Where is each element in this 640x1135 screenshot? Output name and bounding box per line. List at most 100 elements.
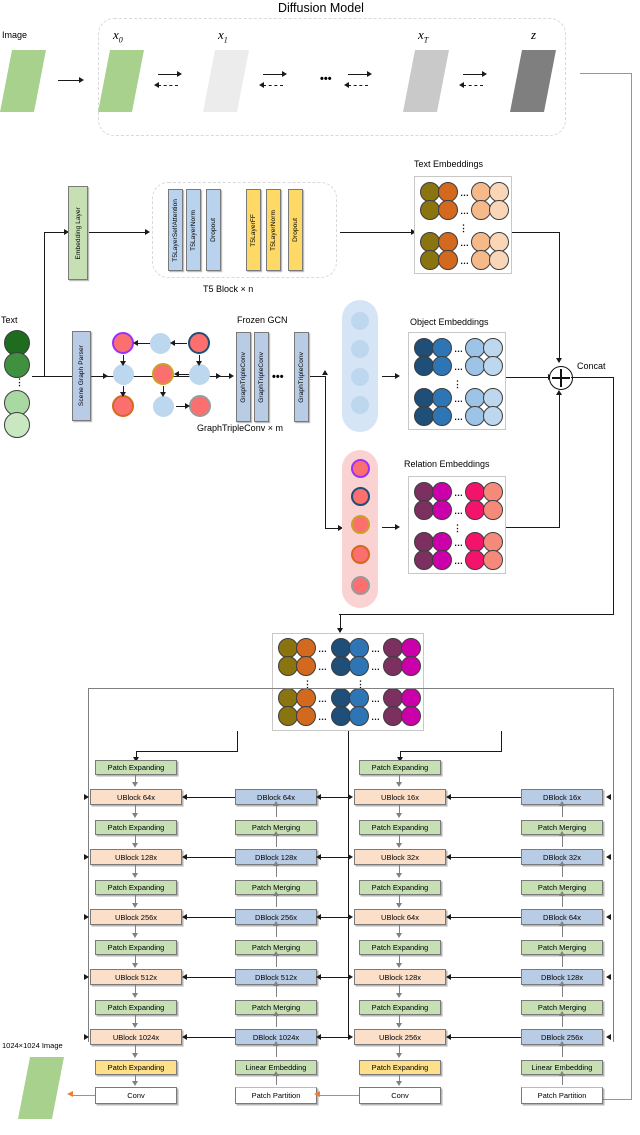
t5-layer-2[interactable]: Dropout	[206, 189, 221, 271]
left-conv[interactable]: Conv	[95, 1087, 177, 1104]
graph-node-5	[189, 364, 210, 385]
embedding-to-t5-line	[89, 232, 146, 233]
left-patch-expanding-3[interactable]: Patch Expanding	[95, 940, 177, 955]
t5-layer-3[interactable]: T5LayerFF	[246, 189, 261, 271]
right-ublock-3-label: UBlock 128x	[378, 972, 422, 982]
left-ublock-1-label: UBlock 128x	[114, 852, 158, 862]
graph-triple-conv-1[interactable]: GraphTripleConv	[254, 332, 269, 422]
left-ublock-3-label: UBlock 512x	[114, 972, 158, 982]
left-patch-expanding-0[interactable]: Patch Expanding	[95, 760, 177, 775]
combined-right-branch-vline	[501, 731, 502, 752]
graph-triple-conv-0[interactable]: GraphTripleConv	[236, 332, 251, 422]
graph-node-6	[112, 395, 134, 417]
right-patch-expanding-final[interactable]: Patch Expanding	[359, 1060, 441, 1075]
right-ublock-0[interactable]: UBlock 16x	[354, 789, 446, 805]
object-embeddings-panel: … … ⋮ … …	[408, 332, 506, 430]
relation-embeddings-to-concat-vline	[559, 394, 560, 528]
object-capsule-node-3	[351, 396, 369, 414]
graph-triple-conv-1-label: GraphTripleConv	[258, 351, 265, 403]
right-patch-expanding-0-label: Patch Expanding	[371, 763, 429, 772]
right-patch-expanding-3[interactable]: Patch Expanding	[359, 940, 441, 955]
concat-label: Concat	[577, 361, 606, 371]
embedding-to-t5-arrow	[145, 228, 150, 235]
relation-embeddings-panel: … … ⋮ … …	[408, 476, 506, 574]
right-ublock-2[interactable]: UBlock 64x	[354, 909, 446, 925]
left-patch-expanding-4-label: Patch Expanding	[107, 1003, 165, 1012]
left-patch-partition[interactable]: Patch Partition	[235, 1087, 317, 1104]
t5-layer-1[interactable]: T5LayerNorm	[186, 189, 201, 271]
right-patch-expanding-1[interactable]: Patch Expanding	[359, 820, 441, 835]
graph-triple-conv-0-label: GraphTripleConv	[240, 351, 247, 403]
right-ublock-4[interactable]: UBlock 256x	[354, 1029, 446, 1045]
left-ublock-0-label: UBlock 64x	[117, 792, 155, 802]
step-label-xT: xT	[418, 27, 429, 45]
right-patch-expanding-2[interactable]: Patch Expanding	[359, 880, 441, 895]
frozen-gcn-title: Frozen GCN	[237, 315, 288, 325]
right-patch-expanding-final-label: Patch Expanding	[371, 1063, 429, 1072]
left-ublock-2-label: UBlock 256x	[114, 912, 158, 922]
gcn-to-relation-line	[325, 528, 339, 529]
step-label-x1: x1	[218, 27, 228, 45]
right-ublock-1[interactable]: UBlock 32x	[354, 849, 446, 865]
graph-to-gcn-arrow	[229, 372, 234, 379]
graph-node-2	[188, 332, 210, 354]
right-patch-expanding-0[interactable]: Patch Expanding	[359, 760, 441, 775]
text-embeddings-panel: … … ⋮ … …	[414, 176, 512, 274]
object-embeddings-title: Object Embeddings	[410, 317, 489, 327]
scene-graph-parser-block[interactable]: Scene Graph Parser	[72, 331, 91, 421]
t5-layer-2-label: Dropout	[210, 218, 217, 242]
t5-layer-5[interactable]: Dropout	[288, 189, 303, 271]
combined-embeddings-panel: … … ⋮ … … … … ⋮ … …	[272, 633, 424, 731]
left-patch-expanding-2[interactable]: Patch Expanding	[95, 880, 177, 895]
right-ublock-3[interactable]: UBlock 128x	[354, 969, 446, 985]
left-patch-expanding-final[interactable]: Patch Expanding	[95, 1060, 177, 1075]
xT-shape	[403, 50, 449, 112]
combined-to-right-pexp-line	[400, 751, 502, 752]
left-patch-expanding-3-label: Patch Expanding	[107, 943, 165, 952]
unet-top-rail	[88, 688, 614, 689]
left-ublock-1[interactable]: UBlock 128x	[90, 849, 182, 865]
t5-layer-0[interactable]: T5LayerSelfAttention	[168, 189, 183, 271]
conv-to-output-line	[73, 1095, 95, 1096]
t5-layer-4[interactable]: T5LayerNorm	[266, 189, 281, 271]
left-patch-expanding-4[interactable]: Patch Expanding	[95, 1000, 177, 1015]
graph-conv-caption: GraphTripleConv × m	[197, 423, 283, 433]
gcn-out-split-vline	[325, 376, 326, 528]
text-to-embedding-layer-line	[44, 232, 66, 233]
right-patch-expanding-4[interactable]: Patch Expanding	[359, 1000, 441, 1015]
right-patch-partition[interactable]: Patch Partition	[521, 1087, 603, 1104]
combined-left-branch-vline	[237, 731, 238, 752]
left-ublock-3[interactable]: UBlock 512x	[90, 969, 182, 985]
left-ublock-0[interactable]: UBlock 64x	[90, 789, 182, 805]
text-label: Text	[1, 315, 18, 325]
relation-embeddings-to-concat-arrow	[556, 390, 562, 395]
t5-layer-5-label: Dropout	[292, 218, 299, 242]
right-patch-expanding-2-label: Patch Expanding	[371, 883, 429, 892]
left-ublock-2[interactable]: UBlock 256x	[90, 909, 182, 925]
z-shape	[510, 50, 556, 112]
image-label: Image	[2, 30, 28, 40]
image-to-x0-line	[58, 80, 80, 81]
object-capsule-node-2	[351, 368, 369, 386]
concat-node	[549, 366, 573, 390]
scene-graph-parser-label: Scene Graph Parser	[78, 345, 85, 407]
relation-embeddings-to-concat-line	[506, 527, 560, 528]
left-patch-partition-label: Patch Partition	[251, 1091, 301, 1100]
embedding-layer-block[interactable]: Embedding Layer	[68, 186, 88, 280]
relation-embeddings-title: Relation Embeddings	[404, 459, 490, 469]
right-conv-label: Conv	[391, 1091, 409, 1100]
concat-to-combined-line	[339, 614, 614, 615]
text-embeddings-title: Text Embeddings	[414, 159, 484, 169]
left-patch-expanding-1[interactable]: Patch Expanding	[95, 820, 177, 835]
z-to-unet-orange-line-top	[580, 73, 632, 74]
step-label-z: z	[531, 27, 537, 42]
object-capsule-to-embeddings-line	[382, 376, 396, 377]
graph-node-1	[150, 333, 171, 354]
combined-out-down-vline	[348, 731, 349, 783]
diffusion-ellipsis: •••	[320, 73, 332, 85]
graph-triple-conv-2[interactable]: GraphTripleConv	[294, 332, 309, 422]
relation-capsule-node-1	[351, 487, 370, 506]
left-ublock-4[interactable]: UBlock 1024x	[90, 1029, 182, 1045]
right-conv[interactable]: Conv	[359, 1087, 441, 1104]
t5-layer-1-label: T5LayerNorm	[190, 209, 197, 251]
